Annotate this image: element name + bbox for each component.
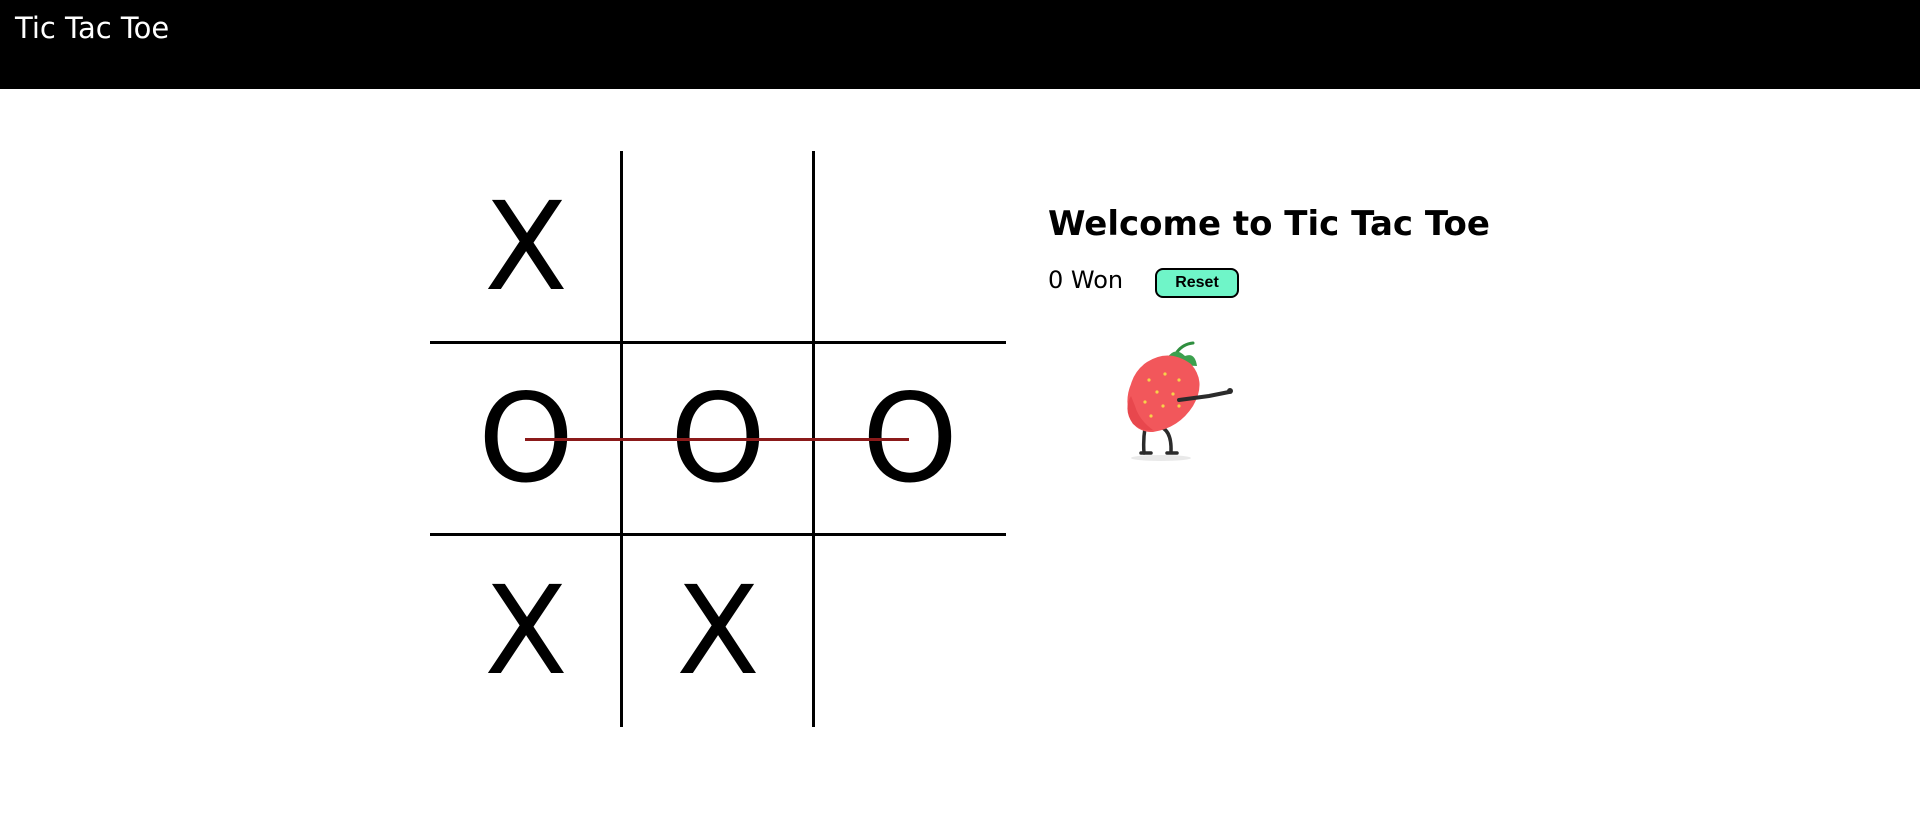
game-board: X O O O X X <box>430 151 1006 727</box>
winning-strike-line <box>525 438 909 441</box>
board-cell[interactable]: X <box>430 151 622 343</box>
reset-button[interactable]: Reset <box>1155 268 1239 298</box>
board-cell[interactable] <box>814 535 1006 727</box>
app-title: Tic Tac Toe <box>15 11 170 45</box>
board-cell[interactable] <box>622 151 814 343</box>
board-cell[interactable] <box>814 151 1006 343</box>
navbar: Tic Tac Toe <box>0 0 1920 89</box>
info-panel: Welcome to Tic Tac Toe 0 Won Reset <box>1048 200 1548 298</box>
status-row: 0 Won Reset <box>1048 264 1348 298</box>
grid-line-horizontal <box>430 341 1006 344</box>
won-status: 0 Won <box>1048 266 1124 294</box>
board-cell[interactable]: X <box>430 535 622 727</box>
board-cell[interactable]: X <box>622 535 814 727</box>
strawberry-dab-icon <box>1117 340 1242 465</box>
grid-line-horizontal <box>430 533 1006 536</box>
welcome-heading: Welcome to Tic Tac Toe <box>1048 204 1490 244</box>
